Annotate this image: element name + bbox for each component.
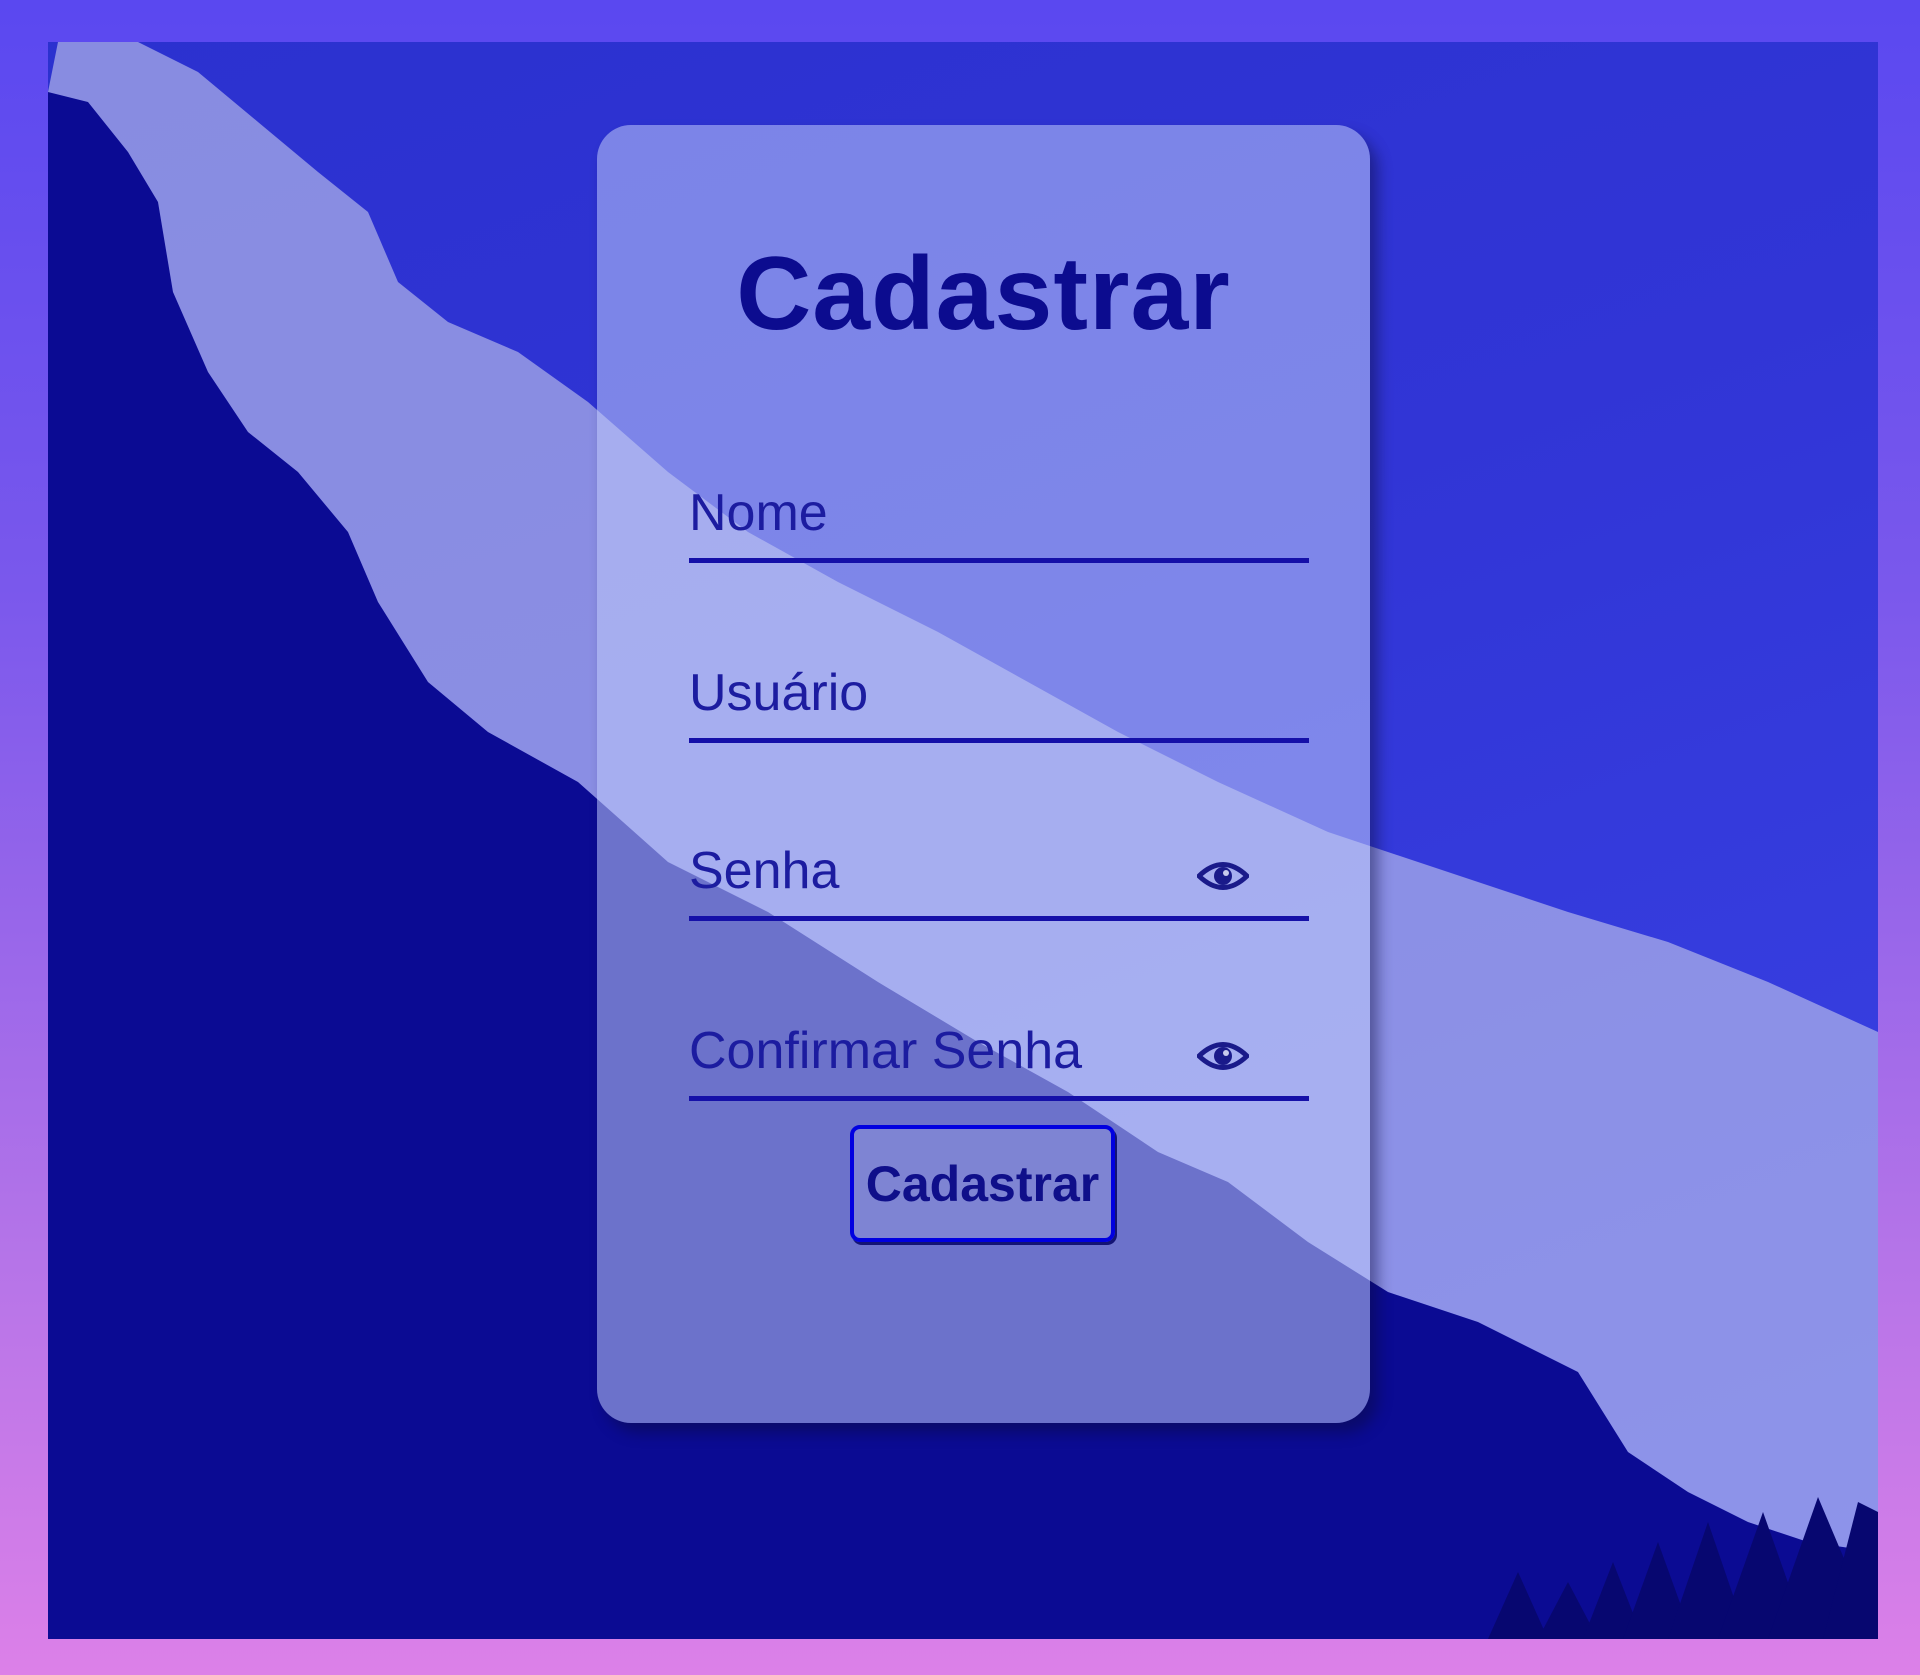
name-field — [689, 467, 1309, 563]
confirm-password-field — [689, 1005, 1309, 1101]
page-title: Cadastrar — [736, 236, 1231, 352]
username-input[interactable] — [689, 647, 1309, 738]
eye-icon[interactable] — [1197, 859, 1249, 893]
username-field — [689, 647, 1309, 743]
register-card: Cadastrar Cadastrar — [597, 125, 1370, 1423]
name-input[interactable] — [689, 467, 1309, 558]
eye-icon[interactable] — [1197, 1039, 1249, 1073]
password-field — [689, 825, 1309, 921]
background-scene: Cadastrar Cadastrar — [48, 42, 1878, 1639]
submit-button[interactable]: Cadastrar — [850, 1125, 1115, 1242]
